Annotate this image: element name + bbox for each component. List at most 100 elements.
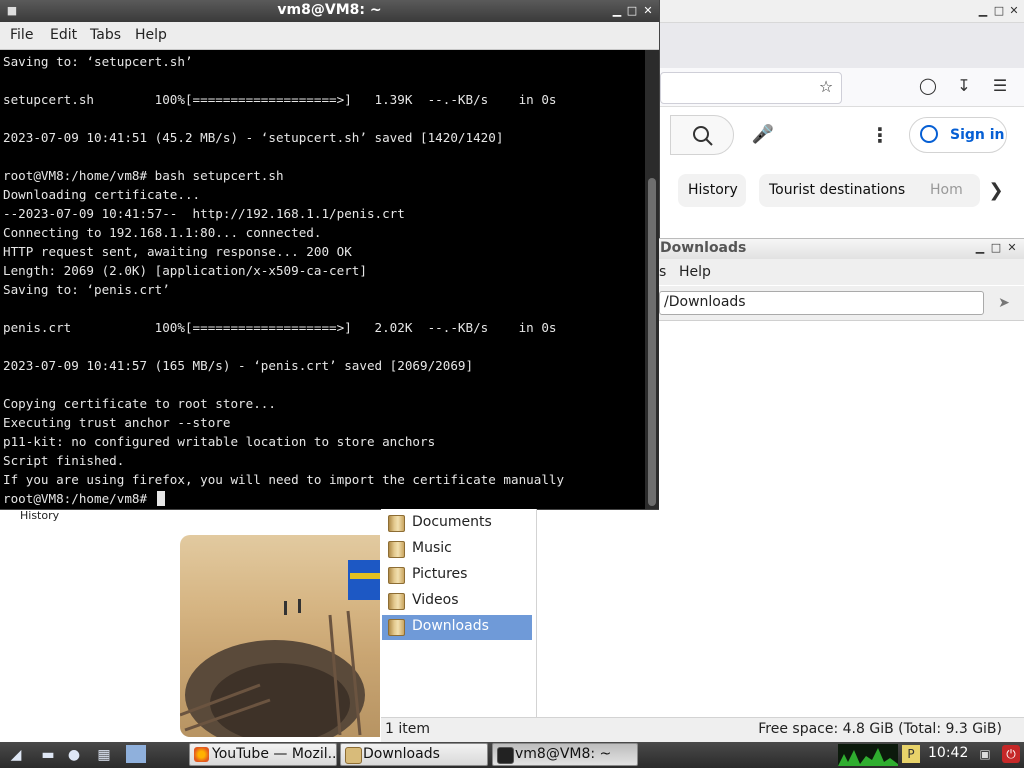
url-bar[interactable]: ☆	[660, 72, 842, 104]
terminal-title: vm8@VM8: ~	[277, 2, 382, 18]
terminal-line: Saving to: ‘setupcert.sh’	[3, 54, 193, 69]
place-videos[interactable]: Videos	[382, 589, 532, 614]
cpu-monitor-icon[interactable]	[838, 744, 898, 766]
path-input[interactable]: /Downloads	[659, 291, 984, 315]
history-label[interactable]: History	[20, 509, 59, 522]
file-manager-pathbar: /Downloads ➤	[659, 286, 1024, 321]
terminal-line: root@VM8:/home/vm8# bash setupcert.sh	[3, 168, 284, 183]
download-icon[interactable]: ↧	[952, 74, 976, 98]
firefox-icon	[194, 747, 209, 762]
place-label: Pictures	[412, 566, 468, 582]
search-button[interactable]	[670, 115, 734, 155]
menu-tabs[interactable]: Tabs	[90, 27, 121, 43]
thumbnail-image	[180, 560, 380, 737]
task-downloads[interactable]: Downloads	[340, 743, 488, 766]
menu-edit[interactable]: Edit	[50, 27, 77, 43]
file-manager-titlebar[interactable]: Downloads ▁ □ ✕	[659, 238, 1024, 260]
pocket-icon[interactable]: ◯	[916, 74, 940, 98]
terminal-icon	[497, 747, 514, 764]
place-pictures[interactable]: Pictures	[382, 563, 532, 588]
terminal-scrollbar-thumb[interactable]	[648, 178, 656, 506]
menu-icon[interactable]: ☰	[988, 74, 1012, 98]
minimize-icon[interactable]: ▁	[609, 3, 625, 19]
chip-tourist-destinations[interactable]: Tourist destinations	[759, 174, 935, 207]
desktop-icon[interactable]: ▬	[38, 745, 58, 765]
microphone-icon[interactable]: 🎤	[748, 118, 778, 152]
go-icon[interactable]: ➤	[992, 291, 1016, 315]
menu-help[interactable]: Help	[135, 27, 167, 43]
terminal-prompt: root@VM8:/home/vm8#	[3, 491, 155, 506]
terminal-menubar: File Edit Tabs Help	[0, 22, 659, 50]
terminal-line: Script finished.	[3, 453, 125, 468]
terminal-line: penis.crt 100%[===================>] 2.0…	[3, 320, 557, 335]
terminal-line: If you are using firefox, you will need …	[3, 472, 565, 487]
terminal-output[interactable]: Saving to: ‘setupcert.sh’ setupcert.sh 1…	[0, 50, 645, 509]
more-options-icon[interactable]: ⋮	[868, 120, 892, 150]
folder-icon	[345, 747, 362, 764]
terminal-line: p11-kit: no configured writable location…	[3, 434, 436, 449]
close-icon[interactable]: ✕	[640, 3, 656, 19]
close-icon[interactable]: ✕	[1006, 3, 1022, 19]
place-label: Music	[412, 540, 452, 556]
terminal-line: Downloading certificate...	[3, 187, 201, 202]
task-label: YouTube — Mozil...	[212, 746, 337, 762]
clock[interactable]: 10:42	[928, 745, 968, 761]
chevron-right-icon[interactable]: ❯	[983, 178, 1009, 204]
terminal-line: 2023-07-09 10:41:57 (165 MB/s) - ‘penis.…	[3, 358, 474, 373]
chip-history[interactable]: History	[678, 174, 746, 207]
file-manager-launcher-icon[interactable]: ▦	[94, 745, 114, 765]
task-terminal[interactable]: vm8@VM8: ~	[492, 743, 638, 766]
folder-icon	[388, 567, 405, 584]
place-music[interactable]: Music	[382, 537, 532, 562]
sign-in-label: Sign in	[950, 127, 1005, 143]
terminal-line: 2023-07-09 10:41:51 (45.2 MB/s) - ‘setup…	[3, 130, 504, 145]
file-manager-menubar: s Help	[659, 259, 1024, 285]
workspace-icon[interactable]	[126, 745, 146, 763]
free-space: Free space: 4.8 GiB (Total: 9.3 GiB)	[758, 721, 1002, 737]
folder-icon	[388, 593, 405, 610]
sign-in-button[interactable]: Sign in	[909, 117, 1007, 153]
minimize-icon[interactable]: ▁	[972, 240, 988, 256]
folder-icon	[388, 515, 405, 532]
place-label: Videos	[412, 592, 459, 608]
bookmark-star-icon[interactable]: ☆	[814, 75, 838, 99]
maximize-icon[interactable]: □	[624, 3, 640, 19]
menu-tools-partial[interactable]: s	[659, 264, 666, 280]
terminal-line: Copying certificate to root store...	[3, 396, 276, 411]
lock-screen-icon[interactable]: ▣	[976, 745, 994, 763]
terminal-line: --2023-07-09 10:41:57-- http://192.168.1…	[3, 206, 405, 221]
place-label: Downloads	[412, 618, 489, 634]
browser-launcher-icon[interactable]: ●	[64, 745, 84, 765]
maximize-icon[interactable]: □	[988, 240, 1004, 256]
search-icon	[693, 126, 713, 146]
close-icon[interactable]: ✕	[1004, 240, 1020, 256]
package-updater-icon[interactable]: P	[902, 745, 920, 763]
task-firefox[interactable]: YouTube — Mozil...	[189, 743, 337, 766]
folder-icon	[388, 541, 405, 558]
folder-icon	[388, 619, 405, 636]
task-label: vm8@VM8: ~	[515, 746, 612, 762]
item-count: 1 item	[385, 721, 430, 737]
terminal-line: Executing trust anchor --store	[3, 415, 231, 430]
maximize-icon[interactable]: □	[991, 3, 1007, 19]
terminal-line: setupcert.sh 100%[===================>] …	[3, 92, 557, 107]
terminal-text: Saving to: ‘setupcert.sh’ setupcert.sh 1…	[3, 52, 564, 508]
video-thumbnail[interactable]	[180, 535, 380, 737]
terminal-cursor	[156, 491, 165, 506]
menu-file[interactable]: File	[10, 27, 33, 43]
start-menu-icon[interactable]: ◢	[6, 745, 26, 765]
account-icon	[920, 125, 938, 143]
terminal-line: Connecting to 192.168.1.1:80... connecte…	[3, 225, 322, 240]
power-icon[interactable]: ⏻	[1002, 745, 1020, 763]
place-documents[interactable]: Documents	[382, 511, 532, 536]
menu-help[interactable]: Help	[679, 264, 711, 280]
terminal-titlebar[interactable]: ■ vm8@VM8: ~ ▁ □ ✕	[0, 0, 659, 22]
terminal-line: Saving to: ‘penis.crt’	[3, 282, 170, 297]
file-manager-title: Downloads	[660, 240, 747, 256]
terminal-line: Length: 2069 (2.0K) [application/x-x509-…	[3, 263, 367, 278]
chip-home[interactable]: Hom	[920, 174, 980, 207]
minimize-icon[interactable]: ▁	[975, 3, 991, 19]
terminal-line: HTTP request sent, awaiting response... …	[3, 244, 352, 259]
place-downloads[interactable]: Downloads	[382, 615, 532, 640]
place-label: Documents	[412, 514, 492, 530]
